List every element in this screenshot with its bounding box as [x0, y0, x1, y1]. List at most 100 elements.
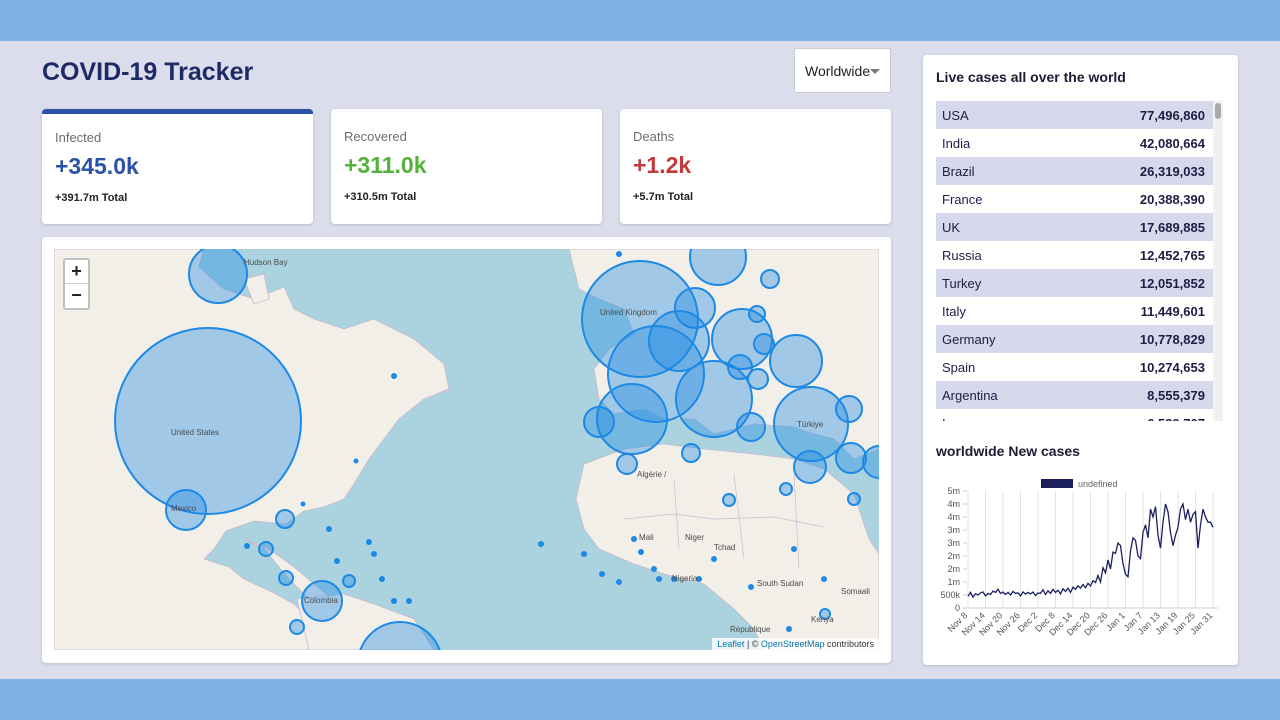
- row-cases: 20,388,390: [1139, 191, 1205, 207]
- row-cases: 12,452,765: [1139, 247, 1205, 263]
- table-row: Spain 10,274,653: [936, 353, 1213, 381]
- y-tick-label: 5m: [947, 486, 960, 496]
- zoom-out-button[interactable]: −: [65, 284, 88, 308]
- bubble-peru[interactable]: [289, 619, 305, 635]
- row-country: Italy: [942, 303, 966, 319]
- table-scrollbar[interactable]: [1213, 101, 1223, 421]
- bubble-egypt[interactable]: [779, 482, 793, 496]
- bubble-sweden[interactable]: [760, 269, 780, 289]
- y-tick-label: 500k: [940, 590, 960, 600]
- row-cases: 42,080,664: [1139, 135, 1205, 151]
- y-tick-label: 2m: [947, 551, 960, 561]
- row-cases: 8,555,379: [1147, 387, 1205, 403]
- bubble-netherlands[interactable]: [674, 287, 716, 329]
- table-row: Turkey 12,051,852: [936, 269, 1213, 297]
- map-label: South Sudan: [757, 579, 803, 588]
- stat-total: +5.7m Total: [633, 191, 694, 203]
- bubble-israel[interactable]: [793, 450, 827, 484]
- map-label: Algérie /: [637, 470, 667, 479]
- zoom-in-button[interactable]: +: [65, 260, 88, 284]
- world-map[interactable]: United States Mexico Colombia United Kin…: [54, 249, 879, 650]
- app-root: COVID-19 Tracker Worldwide Infected +345…: [0, 41, 1280, 679]
- table-row: Brazil 26,319,033: [936, 157, 1213, 185]
- legend-label: undefined: [1078, 479, 1118, 489]
- chevron-down-icon: [870, 69, 880, 74]
- bubble-panama[interactable]: [258, 541, 274, 557]
- country-select[interactable]: Worldwide: [794, 48, 891, 93]
- row-country: Brazil: [942, 163, 975, 179]
- leaflet-link[interactable]: Leaflet: [717, 639, 744, 649]
- table-row: UK 17,689,885: [936, 213, 1213, 241]
- map-label: Niger: [685, 533, 704, 542]
- attribution-suffix: contributors: [824, 639, 874, 649]
- bubble-iran[interactable]: [835, 442, 867, 474]
- map-label: Colombia: [304, 596, 338, 605]
- bubble-tunisia[interactable]: [681, 443, 701, 463]
- table-row: France 20,388,390: [936, 185, 1213, 213]
- stat-total: +391.7m Total: [55, 192, 128, 204]
- page-title: COVID-19 Tracker: [42, 58, 254, 86]
- bubble-ukraine[interactable]: [769, 334, 823, 388]
- row-country: Argentina: [942, 387, 998, 403]
- stat-label: Recovered: [344, 129, 407, 144]
- bubble-portugal[interactable]: [583, 406, 615, 438]
- bubble-morocco[interactable]: [616, 453, 638, 475]
- attribution-separator: | ©: [744, 639, 761, 649]
- y-tick-label: 4m: [947, 499, 960, 509]
- stat-value: +1.2k: [633, 152, 692, 178]
- country-select-value: Worldwide: [805, 62, 871, 79]
- row-cases: 77,496,860: [1139, 107, 1205, 123]
- bubble-cuba[interactable]: [275, 509, 295, 529]
- stat-card-infected[interactable]: Infected +345.0k +391.7m Total: [42, 109, 313, 224]
- map-label: Somaali: [841, 587, 870, 596]
- bubble-venezuela[interactable]: [278, 570, 294, 586]
- side-panel: Live cases all over the world USA 77,496,…: [923, 55, 1238, 665]
- map-label: Nigeria: [672, 574, 698, 583]
- scrollbar-thumb[interactable]: [1215, 103, 1221, 119]
- row-country: Germany: [942, 331, 996, 347]
- bubble-romania[interactable]: [753, 333, 775, 355]
- bubble-libya[interactable]: [722, 493, 736, 507]
- bubble-caribbean[interactable]: [342, 574, 356, 588]
- bubble-czechia[interactable]: [748, 305, 766, 323]
- map-svg: United States Mexico Colombia United Kin…: [54, 249, 879, 650]
- zoom-control: + −: [63, 258, 90, 310]
- cases-table[interactable]: USA 77,496,860 India 42,080,664 Brazil 26,319…: [936, 101, 1213, 421]
- row-cases: 17,689,885: [1139, 219, 1205, 235]
- map-attribution: Leaflet | © OpenStreetMap contributors: [712, 638, 879, 650]
- bubble-georgia[interactable]: [835, 395, 863, 423]
- row-country: India: [942, 135, 971, 151]
- table-row: India 42,080,664: [936, 129, 1213, 157]
- map-label: Mexico: [171, 504, 197, 513]
- bubble-saudi[interactable]: [847, 492, 861, 506]
- map-label: Hudson Bay: [244, 258, 288, 267]
- osm-link[interactable]: OpenStreetMap: [761, 639, 825, 649]
- map-card: United States Mexico Colombia United Kin…: [42, 237, 891, 663]
- row-country: Turkey: [942, 275, 982, 291]
- map-label: Kenya: [811, 615, 834, 624]
- y-tick-label: 3m: [947, 525, 960, 535]
- y-tick-label: 2m: [947, 564, 960, 574]
- bubble-canada[interactable]: [188, 249, 248, 304]
- row-cases: 10,778,829: [1139, 331, 1205, 347]
- bubble-serbia[interactable]: [747, 368, 769, 390]
- table-row: Germany 10,778,829: [936, 325, 1213, 353]
- stat-label: Infected: [55, 130, 102, 145]
- bubble-usa[interactable]: [114, 327, 302, 515]
- row-country: Spain: [942, 359, 976, 375]
- y-tick-label: 4m: [947, 512, 960, 522]
- table-row: Argentina 8,555,379: [936, 381, 1213, 409]
- stat-card-recovered[interactable]: Recovered +311.0k +310.5m Total: [331, 109, 602, 224]
- row-cases: 10,274,653: [1139, 359, 1205, 375]
- row-country: UK: [942, 219, 961, 235]
- row-cases: 26,319,033: [1139, 163, 1205, 179]
- stat-label: Deaths: [633, 129, 675, 144]
- bubble-greece[interactable]: [736, 412, 766, 442]
- y-tick-label: 0: [955, 603, 960, 613]
- live-cases-title: Live cases all over the world: [936, 69, 1126, 85]
- y-tick-label: 1m: [947, 577, 960, 587]
- y-tick-label: 3m: [947, 538, 960, 548]
- x-tick-label: Jan 1: [1104, 610, 1127, 633]
- row-country: Iran: [942, 416, 964, 422]
- stat-card-deaths[interactable]: Deaths +1.2k +5.7m Total: [620, 109, 891, 224]
